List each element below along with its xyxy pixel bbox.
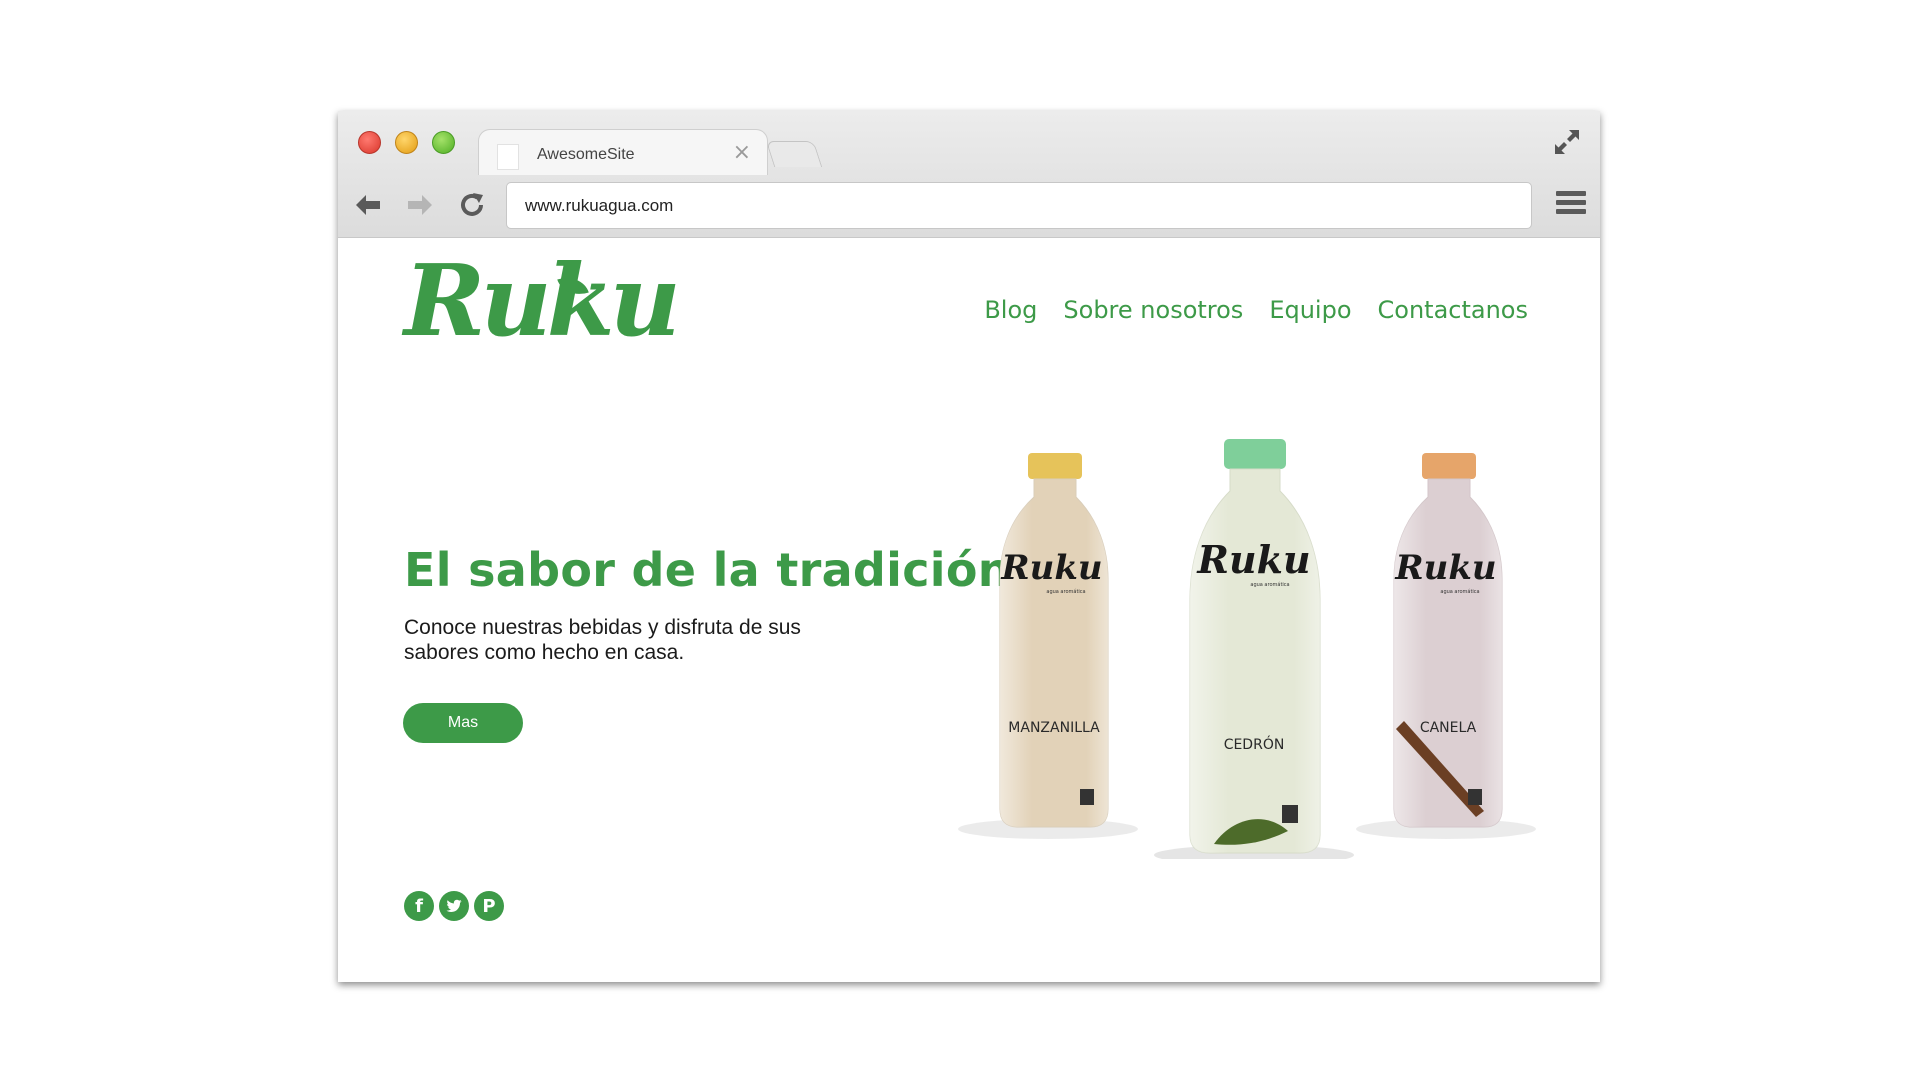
canela-bottle: Ruku agua aromática CANELA — [1393, 453, 1503, 828]
manzanilla-bottle: Ruku agua aromática MANZANILLA — [999, 453, 1109, 828]
browser-tab[interactable]: AwesomeSite × — [478, 129, 768, 175]
cedron-bottle: Ruku agua aromática CEDRÓN — [1189, 439, 1321, 854]
zoom-window-button[interactable] — [432, 131, 455, 154]
bottle-cap — [1028, 453, 1082, 479]
bottle-brand: Ruku — [1196, 537, 1310, 582]
browser-menu-icon[interactable] — [1556, 191, 1586, 217]
hero-subtitle: Conoce nuestras bebidas y disfruta de su… — [404, 616, 801, 664]
bottle-flavor-label: CANELA — [1420, 720, 1477, 736]
back-arrow-icon[interactable] — [352, 189, 384, 221]
product-bottles-image: Ruku agua aromática MANZANILLA Ruku agua… — [958, 439, 1536, 859]
forward-arrow-icon[interactable] — [404, 189, 436, 221]
nav-link-blog[interactable]: Blog — [984, 296, 1037, 324]
tab-close-icon[interactable]: × — [733, 140, 751, 165]
bottle-tagline: agua aromática — [1440, 588, 1479, 595]
bottle-cap — [1224, 439, 1286, 469]
more-button[interactable]: Mas — [403, 703, 523, 743]
close-window-button[interactable] — [358, 131, 381, 154]
web-page: Ruku Blog Sobre nosotros Equipo Contacta… — [338, 239, 1600, 982]
browser-chrome: AwesomeSite × www.rukuagua.com — [338, 111, 1600, 238]
reload-icon[interactable] — [456, 189, 488, 221]
hero-title: El sabor de la tradición — [404, 543, 1011, 597]
bottle-brand: Ruku — [1394, 548, 1496, 588]
site-logo[interactable]: Ruku — [404, 253, 681, 351]
bottle-brand: Ruku — [1000, 548, 1102, 588]
main-nav: Blog Sobre nosotros Equipo Contactanos — [984, 296, 1528, 324]
browser-window: AwesomeSite × www.rukuagua.com Ruku Blog… — [338, 111, 1600, 982]
nav-link-contactanos[interactable]: Contactanos — [1378, 296, 1528, 324]
tab-title: AwesomeSite — [537, 146, 635, 163]
nav-link-sobre-nosotros[interactable]: Sobre nosotros — [1063, 296, 1243, 324]
pinterest-icon[interactable]: P — [474, 891, 504, 921]
bottle-tagline: agua aromática — [1046, 588, 1085, 595]
bottle-flavor-label: MANZANILLA — [1008, 720, 1100, 736]
facebook-icon[interactable]: f — [404, 891, 434, 921]
twitter-icon[interactable] — [439, 891, 469, 921]
url-text: www.rukuagua.com — [525, 196, 674, 215]
bottle-tagline: agua aromática — [1250, 581, 1289, 588]
social-links: f P — [404, 891, 504, 921]
bottle-cap — [1422, 453, 1476, 479]
address-bar[interactable]: www.rukuagua.com — [506, 182, 1532, 229]
page-icon — [497, 144, 519, 170]
expand-icon[interactable] — [1552, 127, 1582, 157]
new-tab-button[interactable] — [765, 141, 823, 167]
nav-link-equipo[interactable]: Equipo — [1269, 296, 1351, 324]
minimize-window-button[interactable] — [395, 131, 418, 154]
bottle-flavor-label: CEDRÓN — [1224, 735, 1285, 753]
